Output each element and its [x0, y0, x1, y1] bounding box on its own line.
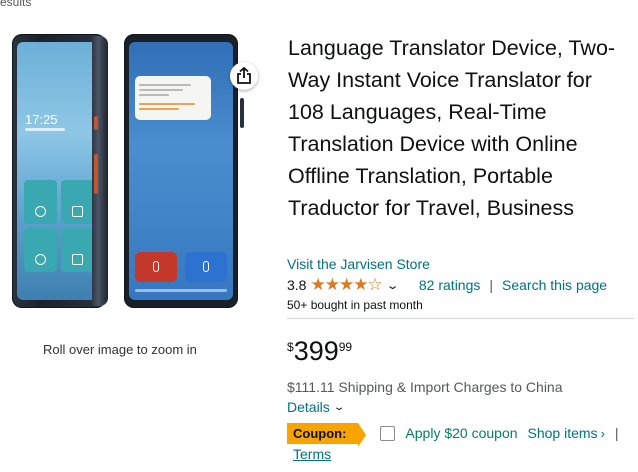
- mic-left-icon: [135, 252, 177, 282]
- app-tile: [24, 228, 57, 272]
- chevron-right-icon[interactable]: ›: [601, 426, 605, 441]
- terms-link[interactable]: Terms: [293, 446, 331, 462]
- apply-coupon-label[interactable]: Apply $20 coupon: [405, 425, 517, 441]
- details-link[interactable]: Details ⌄: [287, 399, 346, 415]
- price-fraction: 99: [338, 340, 353, 354]
- price-whole: 399: [293, 336, 339, 366]
- zoom-hint: Roll over image to zoom in: [43, 342, 197, 357]
- coupon-row: Coupon: Apply $20 coupon Shop items › |: [287, 421, 619, 447]
- ratings-count-link[interactable]: 82 ratings: [419, 277, 480, 293]
- device-side-edge: [92, 36, 108, 306]
- mic-right-icon: [185, 252, 227, 282]
- divider: [287, 318, 634, 319]
- device-translate-screen: [129, 42, 233, 300]
- product-image-block[interactable]: 17:25 Roll over image to zoom in: [0, 20, 268, 357]
- app-tile: [24, 180, 57, 224]
- device-translate-image: [124, 34, 238, 308]
- product-title: Language Translator Device, Two-Way Inst…: [288, 36, 616, 220]
- details-label[interactable]: Details: [287, 399, 330, 415]
- bought-in-past-month: 50+ bought in past month: [287, 298, 423, 312]
- separator: |: [489, 277, 494, 293]
- breadcrumb[interactable]: esults: [0, 0, 31, 9]
- translation-bubble: [135, 76, 211, 120]
- price: $ 399 99: [287, 336, 352, 366]
- share-icon[interactable]: [230, 62, 258, 90]
- coupon-checkbox[interactable]: [380, 425, 396, 441]
- chevron-down-icon[interactable]: ⌄: [333, 402, 346, 413]
- coupon-badge: Coupon:: [287, 422, 367, 447]
- store-link[interactable]: Visit the Jarvisen Store: [287, 256, 430, 272]
- separator: |: [614, 425, 619, 441]
- device-clock: 17:25: [25, 112, 58, 127]
- shop-items-link[interactable]: Shop items: [528, 425, 598, 441]
- search-page-link[interactable]: Search this page: [502, 277, 607, 293]
- rating-value: 3.8: [287, 277, 307, 293]
- chevron-down-icon[interactable]: ⌄: [385, 279, 399, 292]
- shipping-charges: $111.11 Shipping & Import Charges to Chi…: [287, 379, 563, 395]
- app-tile: [61, 228, 94, 272]
- ratings-row: 3.8 ★★★★☆ ⌄ 82 ratings | Search this pag…: [287, 275, 607, 295]
- price-symbol: $: [287, 340, 294, 354]
- star-rating-icon[interactable]: ★★★★☆: [310, 275, 382, 295]
- device-front-screen: 17:25: [17, 42, 101, 300]
- app-tile: [61, 180, 94, 224]
